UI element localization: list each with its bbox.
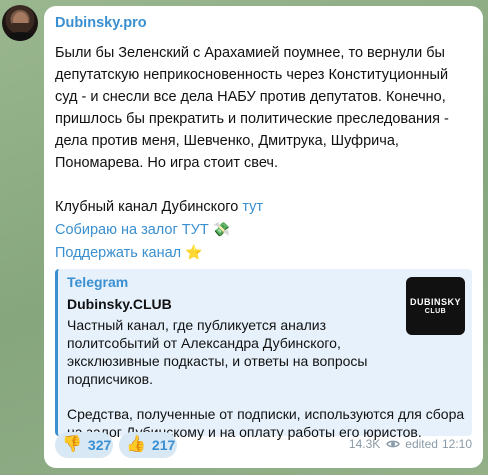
- avatar-shoulders: [6, 32, 35, 41]
- collect-link[interactable]: Собираю на залог ТУТ: [55, 222, 209, 238]
- club-line: Клубный канал Дубинского тут: [55, 196, 472, 218]
- message-text: Были бы Зеленский с Арахамией поумнее, т…: [55, 45, 449, 171]
- view-count: 14.3K: [348, 437, 381, 451]
- preview-thumbnail: DUBINSKY CLUB: [406, 277, 465, 335]
- preview-title: Dubinsky.CLUB: [67, 296, 172, 312]
- thumb-logo-line2: CLUB: [424, 307, 447, 315]
- eye-icon: [386, 440, 401, 448]
- message-footer: 👎 327 👍 217 14.3K edited 12:10: [55, 432, 472, 458]
- reaction-count: 327: [87, 437, 112, 453]
- support-line: Поддержать канал ⭐: [55, 241, 472, 264]
- reaction-thumbs-down[interactable]: 👎 327: [55, 432, 113, 458]
- message-time: 12:10: [441, 437, 472, 451]
- edited-label: edited: [405, 437, 438, 451]
- message-bubble: Dubinsky.pro Были бы Зеленский с Арахами…: [44, 6, 483, 468]
- channel-avatar[interactable]: [2, 5, 38, 41]
- club-line-text: Клубный канал Дубинского: [55, 199, 243, 215]
- preview-site-name: Telegram: [67, 274, 129, 290]
- reaction-thumbs-up[interactable]: 👍 217: [119, 432, 177, 458]
- club-link[interactable]: тут: [242, 199, 263, 215]
- reaction-count: 217: [151, 437, 176, 453]
- thumbs-down-icon: 👎: [62, 436, 82, 453]
- preview-description: Частный канал, где публикуется анализ по…: [67, 317, 368, 387]
- thumb-logo-line1: DUBINSKY: [409, 296, 461, 307]
- star-icon: ⭐: [185, 244, 203, 260]
- money-wings-icon: 💸: [212, 221, 231, 237]
- collect-line: Собираю на залог ТУТ 💸: [55, 218, 472, 241]
- channel-name[interactable]: Dubinsky.pro: [55, 14, 472, 33]
- message-meta: 14.3K edited 12:10: [349, 437, 472, 451]
- support-link[interactable]: Поддержать канал: [55, 245, 181, 261]
- link-preview[interactable]: Telegram Dubinsky.CLUB Частный канал, гд…: [55, 269, 472, 440]
- thumbs-up-icon: 👍: [126, 436, 146, 453]
